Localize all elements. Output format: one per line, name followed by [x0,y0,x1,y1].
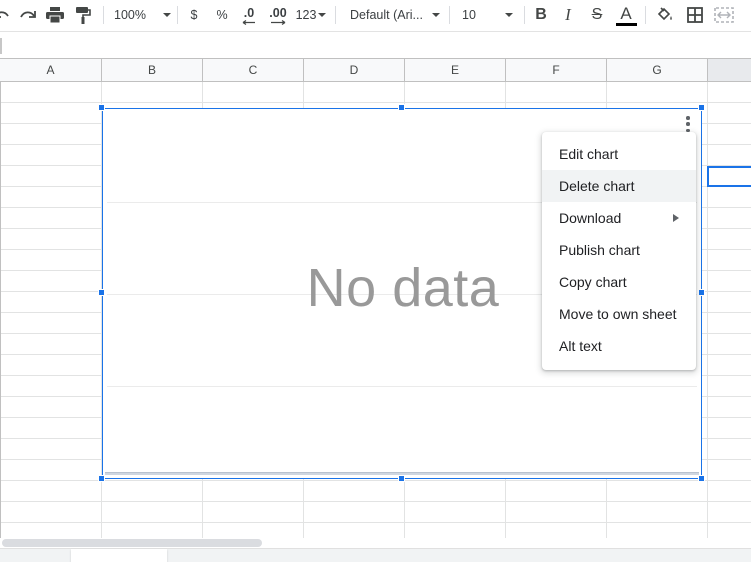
resize-handle-left[interactable] [98,289,105,296]
horizontal-scrollbar[interactable] [0,538,751,548]
column-header-b[interactable]: B [102,58,203,82]
menu-item-move-to-own-sheet[interactable]: Move to own sheet [542,298,696,330]
italic-button[interactable]: I [558,3,578,27]
column-header-c[interactable]: C [203,58,304,82]
scrollbar-thumb[interactable] [2,539,262,547]
toolbar-separator [177,6,178,24]
text-color-button[interactable]: A [614,3,638,27]
chevron-down-icon [431,13,440,17]
arrow-left-icon [242,19,255,25]
redo-icon[interactable] [18,3,38,27]
resize-handle-top[interactable] [398,104,405,111]
kebab-dot [686,122,690,126]
merge-cells-icon[interactable] [712,3,736,27]
menu-item-delete-chart[interactable]: Delete chart [542,170,696,202]
increase-decimal-button[interactable]: .00 [266,3,290,27]
column-header-h[interactable] [708,58,751,82]
resize-handle-bottom-left[interactable] [98,475,105,482]
resize-handle-top-right[interactable] [698,104,705,111]
currency-format-button[interactable]: $ [186,3,202,27]
sheet-tab[interactable] [71,549,167,562]
strikethrough-button[interactable]: S [587,3,607,27]
sheet-tab-bar [0,548,751,562]
resize-handle-bottom-right[interactable] [698,475,705,482]
toolbar-separator [524,6,525,24]
text-color-label: A [620,3,632,23]
menu-item-alt-text[interactable]: Alt text [542,330,696,362]
formula-bar-edge [0,38,2,54]
chart-gridline [107,386,697,387]
submenu-arrow-icon [673,214,679,222]
menu-item-copy-chart[interactable]: Copy chart [542,266,696,298]
menu-item-download[interactable]: Download [542,202,696,234]
column-header-d[interactable]: D [304,58,405,82]
formula-bar[interactable] [0,31,751,58]
chart-context-menu: Edit chart Delete chart Download Publish… [542,132,696,370]
increase-decimal-label: .00 [269,5,287,20]
chevron-down-icon [162,13,171,17]
percent-format-button[interactable]: % [214,3,230,27]
column-header-e[interactable]: E [405,58,506,82]
kebab-dot [686,116,690,120]
menu-item-download-label: Download [559,210,622,226]
resize-handle-bottom[interactable] [398,475,405,482]
resize-handle-top-left[interactable] [98,104,105,111]
toolbar: 100% $ % .0 .00 123 Default (Ari... 10 B… [0,0,751,31]
more-vert-icon[interactable] [683,115,693,133]
toolbar-separator [449,6,450,24]
resize-handle-right[interactable] [698,289,705,296]
toolbar-separator [645,6,646,24]
menu-item-publish-chart[interactable]: Publish chart [542,234,696,266]
toolbar-separator [103,6,104,24]
font-size-select[interactable]: 10 [462,3,518,27]
bold-button[interactable]: B [531,3,551,27]
chevron-down-icon [318,13,327,17]
number-format-select[interactable]: 123 [294,3,328,27]
row-header-edge [0,82,1,538]
active-cell[interactable] [707,166,751,187]
toolbar-separator [335,6,336,24]
font-size-value: 10 [462,8,476,22]
undo-icon[interactable] [0,3,10,27]
chevron-down-icon [504,13,513,17]
font-family-select[interactable]: Default (Ari... [350,3,442,27]
column-header-g[interactable]: G [607,58,708,82]
print-icon[interactable] [44,3,66,27]
decrease-decimal-button[interactable]: .0 [238,3,260,27]
text-color-swatch [615,22,637,26]
menu-item-edit-chart[interactable]: Edit chart [542,138,696,170]
number-format-label: 123 [295,8,317,22]
paint-format-icon[interactable] [72,3,94,27]
borders-icon[interactable] [684,3,706,27]
zoom-select[interactable]: 100% [114,3,171,27]
fill-color-icon[interactable] [654,3,676,27]
column-header-f[interactable]: F [506,58,607,82]
zoom-value: 100% [114,8,146,22]
arrow-right-icon [271,19,286,25]
decrease-decimal-label: .0 [243,5,255,20]
font-family-value: Default (Ari... [350,8,423,22]
column-header-a[interactable]: A [0,58,102,82]
